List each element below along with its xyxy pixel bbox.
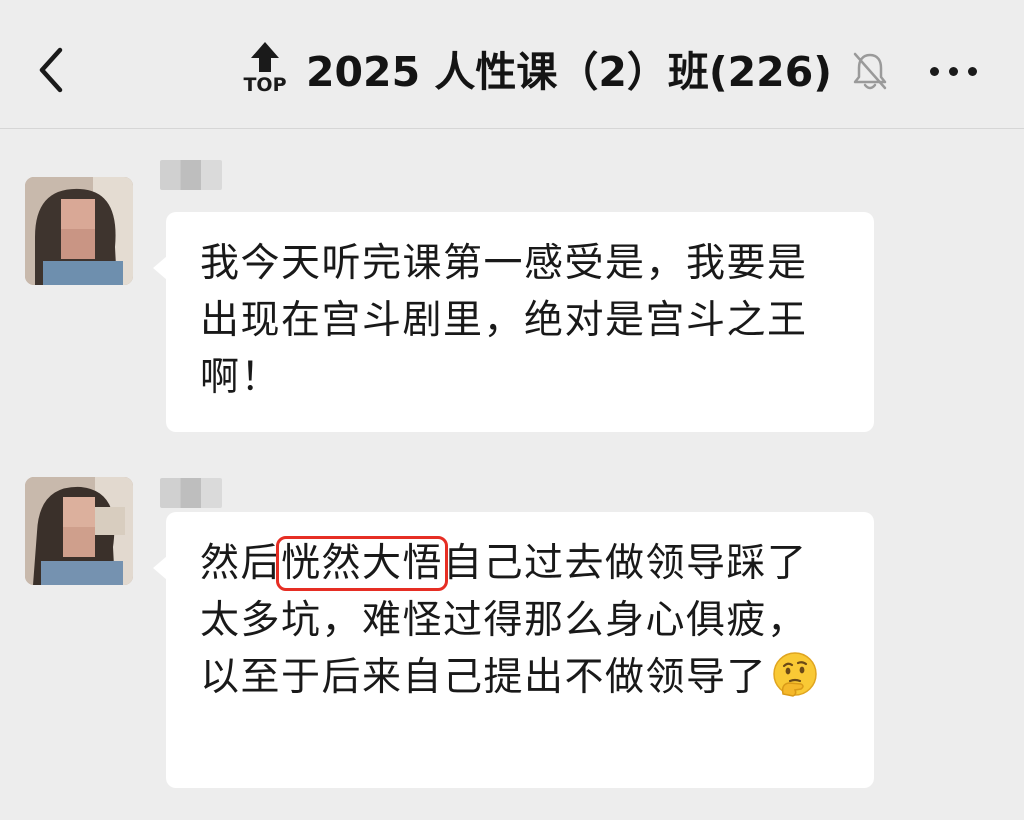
chat-screen: TOP 2025 人性课（2）班(226) 我今天听完课第一感受是，我要是出现在…	[0, 0, 1024, 820]
more-options-button[interactable]	[928, 56, 980, 86]
message-bubble[interactable]: 我今天听完课第一感受是，我要是出现在宫斗剧里，绝对是宫斗之王啊！	[153, 212, 874, 432]
highlighted-phrase: 恍然大悟	[276, 536, 449, 591]
back-button[interactable]	[30, 44, 74, 96]
chat-header: TOP 2025 人性课（2）班(226)	[0, 0, 1024, 129]
top-label: TOP	[243, 74, 287, 96]
message-text: 然后恍然大悟自己过去做领导踩了太多坑，难怪过得那么身心俱疲，以至于后来自己提出不…	[200, 535, 844, 706]
avatar-photo	[25, 477, 133, 585]
bell-muted-icon	[853, 52, 887, 90]
arrow-up-icon	[251, 42, 279, 72]
sender-name-blurred	[160, 478, 222, 508]
more-dots-icon	[930, 67, 939, 76]
thinking-face-emoji	[773, 652, 817, 697]
sender-name-blurred	[160, 160, 222, 190]
message-text-start: 然后	[200, 541, 282, 586]
pinned-top-badge: TOP	[240, 40, 290, 100]
message-bubble[interactable]: 然后恍然大悟自己过去做领导踩了太多坑，难怪过得那么身心俱疲，以至于后来自己提出不…	[153, 512, 874, 788]
chevron-left-icon	[39, 47, 63, 93]
sender-avatar[interactable]	[25, 477, 133, 585]
sender-avatar[interactable]	[25, 177, 133, 285]
chat-title: 2025 人性课（2）班(226)	[306, 48, 832, 96]
message-text: 我今天听完课第一感受是，我要是出现在宫斗剧里，绝对是宫斗之王啊！	[200, 241, 808, 400]
avatar-photo	[25, 177, 133, 285]
